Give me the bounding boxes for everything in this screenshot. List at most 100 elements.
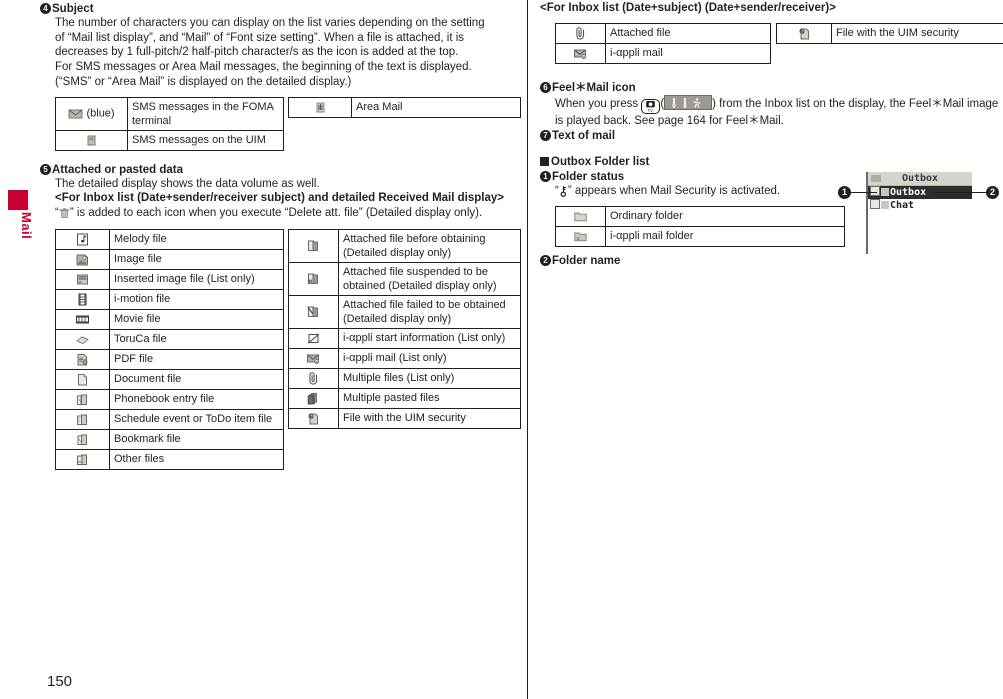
page-number: 150 — [47, 673, 73, 690]
i-appli-start-information-label: i-αppli start information (List only) — [338, 327, 521, 349]
section-4-title: Subject — [52, 3, 94, 15]
svg-text:etc: etc — [78, 460, 83, 464]
phone-titlebar: Outbox — [868, 172, 972, 186]
area-mail-icon — [313, 100, 328, 115]
section-6-heading: 6 Feel＊Mail icon — [540, 81, 1000, 95]
phone-list-item-label: Chat — [890, 200, 915, 211]
document-file-label: Document file — [109, 368, 284, 390]
attached-file-label: Attached file — [605, 22, 771, 44]
uim-security-file-icon-cell — [288, 407, 339, 429]
inserted-image-file-icon-cell — [55, 268, 110, 290]
section-7-title: Text of mail — [552, 129, 616, 142]
ordinary-folder-icon — [881, 201, 889, 209]
table-row: (blue) SMS messages in the FOMA terminal — [55, 96, 284, 131]
other-files-icon: etc — [75, 452, 90, 467]
attached-file-suspended-label: Attached file suspended to be obtained (… — [338, 261, 521, 296]
camera-tv-key-glyph: TV — [645, 100, 656, 113]
table-row: V Bookmark file — [55, 428, 284, 450]
attached-file-before-obtaining-label: Attached file before obtaining (Detailed… — [338, 228, 521, 263]
phone-list-item-label: Outbox — [890, 187, 927, 198]
phonebook-entry-file-icon-cell: V — [55, 388, 110, 410]
document-file-icon — [75, 372, 90, 387]
attached-file-icon — [573, 26, 588, 41]
section-4-para-1: The number of characters you can display… — [55, 17, 485, 29]
attached-file-icon-cell — [555, 22, 606, 44]
multiple-files-icon-cell — [288, 367, 339, 389]
inbox-list-heading: <For Inbox list (Date+subject) (Date+sen… — [540, 2, 836, 14]
section-5-heading: 5 Attached or pasted data — [40, 163, 520, 177]
table-row: i-αppli start information (List only) — [288, 327, 521, 349]
sms-uim-label: SMS messages on the UIM — [127, 129, 284, 151]
i-appli-mail-icon: a — [573, 46, 588, 61]
bookmark-file-icon: V — [75, 432, 90, 447]
camera-tv-key-icon: TV — [641, 99, 661, 115]
schedule-todo-file-icon-cell — [55, 408, 110, 430]
table-row: Attached file — [555, 22, 771, 44]
table-row: a i-αppli mail — [555, 42, 771, 64]
table-row: i-motion file — [55, 288, 284, 310]
svg-text:a: a — [583, 55, 585, 59]
table-row: Image file — [55, 248, 284, 270]
section-6-title: Feel＊Mail icon — [552, 81, 636, 94]
attached-file-failed-label: Attached file failed to be obtained (Det… — [338, 294, 521, 329]
table-row: Melody file — [55, 228, 284, 250]
attached-file-type-table-left: Melody file Image file Inserted image fi… — [55, 228, 284, 470]
table-row: Multiple files (List only) — [288, 367, 521, 389]
uim-security-file-label: File with the UIM security — [831, 22, 1003, 44]
column-divider — [527, 0, 528, 699]
table-row: Attached file before obtaining (Detailed… — [288, 228, 521, 263]
multiple-pasted-files-icon-cell — [288, 387, 339, 409]
table-row: a i-αppli mail folder — [555, 225, 845, 247]
table-row: a i-αppli mail (List only) — [288, 347, 521, 369]
mail-security-key-icon — [559, 185, 568, 197]
section-7-heading: 7 Text of mail — [540, 129, 1000, 143]
svg-text:a: a — [577, 236, 580, 242]
ordinary-folder-icon — [573, 209, 588, 224]
folder-status-icon — [870, 186, 880, 196]
ordinary-folder-icon — [881, 188, 889, 196]
table-row: V Phonebook entry file — [55, 388, 284, 410]
i-appli-mail-folder-icon: a — [573, 229, 588, 244]
uim-security-file-icon — [306, 411, 321, 426]
other-files-icon-cell: etc — [55, 448, 110, 470]
table-row: SMS messages on the UIM — [55, 129, 284, 151]
multiple-files-label: Multiple files (List only) — [338, 367, 521, 389]
callout-line-2 — [930, 192, 986, 193]
movie-file-icon-cell — [55, 308, 110, 330]
section-5-sub-heading: <For Inbox list (Date+sender/receiver su… — [55, 192, 504, 205]
multiple-files-icon — [306, 371, 321, 386]
side-tab-marker — [8, 190, 28, 210]
svg-text:TV: TV — [648, 108, 654, 113]
table-row: File with the UIM security — [288, 407, 521, 429]
table-row: PDF file — [55, 348, 284, 370]
callout-1: 1 — [838, 186, 851, 199]
attached-file-suspended-icon — [306, 271, 321, 286]
multiple-pasted-files-label: Multiple pasted files — [338, 387, 521, 409]
sms-foma-label: SMS messages in the FOMA terminal — [127, 96, 284, 131]
inbox-icon-table-right: File with the UIM security — [776, 22, 1003, 44]
uim-security-file-label: File with the UIM security — [338, 407, 521, 429]
image-file-icon-cell — [55, 248, 110, 270]
section-6-line-1: When you press TV () from the Inbox lis… — [555, 94, 1000, 115]
i-appli-start-information-icon — [306, 331, 321, 346]
note-suffix: ” is added to each icon when you execute… — [69, 206, 483, 219]
left-column: 4 Subject The number of characters you ca… — [40, 0, 521, 519]
i-appli-mail-icon-cell: a — [555, 42, 606, 64]
section-5-note: “ ” is added to each icon when you execu… — [55, 206, 520, 221]
svg-text:a: a — [316, 360, 318, 364]
trash-icon — [59, 207, 70, 219]
i-appli-mail-folder-label: i-αppli mail folder — [605, 225, 845, 247]
area-mail-icon-cell — [288, 96, 352, 118]
bullet-4: 4 — [40, 3, 51, 14]
image-file-icon — [75, 252, 90, 267]
folder-status-title: Folder status — [552, 170, 625, 183]
callout-2: 2 — [986, 186, 999, 199]
movie-file-icon — [75, 312, 90, 327]
area-mail-table: Area Mail — [288, 96, 521, 118]
envelope-blue-suffix: (blue) — [86, 107, 115, 120]
schedule-todo-file-icon — [75, 412, 90, 427]
uim-card-icon-cell — [55, 129, 128, 151]
phone-list-item-chat[interactable]: Chat — [868, 199, 972, 212]
section-6-line-2: is played back. See page 164 for Feel＊Ma… — [555, 115, 784, 128]
table-row: Schedule event or ToDo item file — [55, 408, 284, 430]
